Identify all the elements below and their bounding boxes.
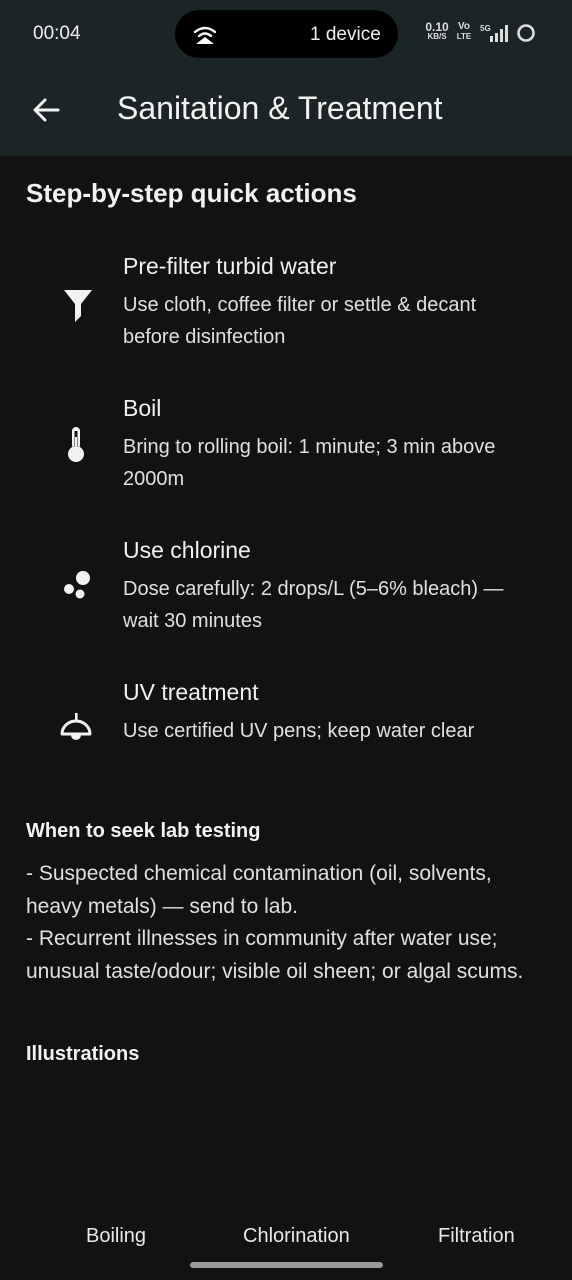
tab-filtration[interactable]: Filtration (438, 1225, 515, 1248)
home-indicator[interactable] (190, 1262, 383, 1268)
thermometer-icon (68, 427, 84, 462)
quick-actions-heading: Step-by-step quick actions (26, 178, 357, 208)
action-title: UV treatment (123, 679, 259, 705)
hotspot-icon (193, 26, 217, 44)
lab-testing-line: - Recurrent illnesses in community after… (26, 927, 524, 983)
illustration-tabs: Boiling Chlorination Filtration (0, 1215, 572, 1259)
action-item-uv[interactable]: UV treatment Use certified UV pens; keep… (0, 679, 572, 821)
action-item-boil[interactable]: Boil Bring to rolling boil: 1 minute; 3 … (0, 395, 572, 537)
action-title: Pre-filter turbid water (123, 253, 337, 279)
hotspot-pill[interactable]: 1 device (175, 10, 398, 58)
battery-icon (517, 24, 535, 42)
uv-lamp-icon (60, 713, 92, 740)
lab-testing-line: - Suspected chemical contamination (oil,… (26, 862, 492, 918)
tab-boiling[interactable]: Boiling (86, 1225, 146, 1248)
page-title: Sanitation & Treatment (117, 90, 443, 126)
bubbles-icon (64, 571, 90, 599)
action-item-chlorine[interactable]: Use chlorine Dose carefully: 2 drops/L (… (0, 537, 572, 679)
arrow-left-icon[interactable] (28, 92, 64, 128)
system-icons: 0.10 KB/S Vo LTE 5G (425, 21, 545, 46)
action-description: Use cloth, coffee filter or settle & dec… (123, 294, 477, 348)
action-title: Use chlorine (123, 537, 251, 563)
action-description: Use certified UV pens; keep water clear (123, 720, 475, 742)
funnel-icon (64, 290, 92, 322)
hotspot-label: 1 device (310, 24, 381, 45)
net-speed-unit: KB/S (427, 32, 447, 41)
tab-chlorination[interactable]: Chlorination (243, 1225, 350, 1248)
action-item-prefilter[interactable]: Pre-filter turbid water Use cloth, coffe… (0, 253, 572, 395)
signal-icon: 5G (480, 24, 508, 42)
status-bar: 00:04 1 device 0.10 KB/S Vo LTE 5G (0, 0, 572, 70)
action-description: Bring to rolling boil: 1 minute; 3 min a… (123, 436, 496, 490)
volte-top: Vo (457, 21, 471, 32)
network-label: 5G (480, 24, 491, 33)
net-speed: 0.10 KB/S (425, 21, 449, 41)
lab-testing-heading: When to seek lab testing (26, 820, 261, 842)
app-bar: Sanitation & Treatment (0, 70, 572, 156)
action-title: Boil (123, 395, 162, 421)
volte-badge: Vo LTE (456, 21, 472, 42)
lab-testing-text: - Suspected chemical contamination (oil,… (26, 858, 546, 988)
volte-bottom: LTE (456, 32, 472, 41)
action-description: Dose carefully: 2 drops/L (5–6% bleach) … (123, 578, 504, 632)
status-time: 00:04 (33, 23, 81, 44)
illustrations-heading: Illustrations (26, 1043, 140, 1065)
